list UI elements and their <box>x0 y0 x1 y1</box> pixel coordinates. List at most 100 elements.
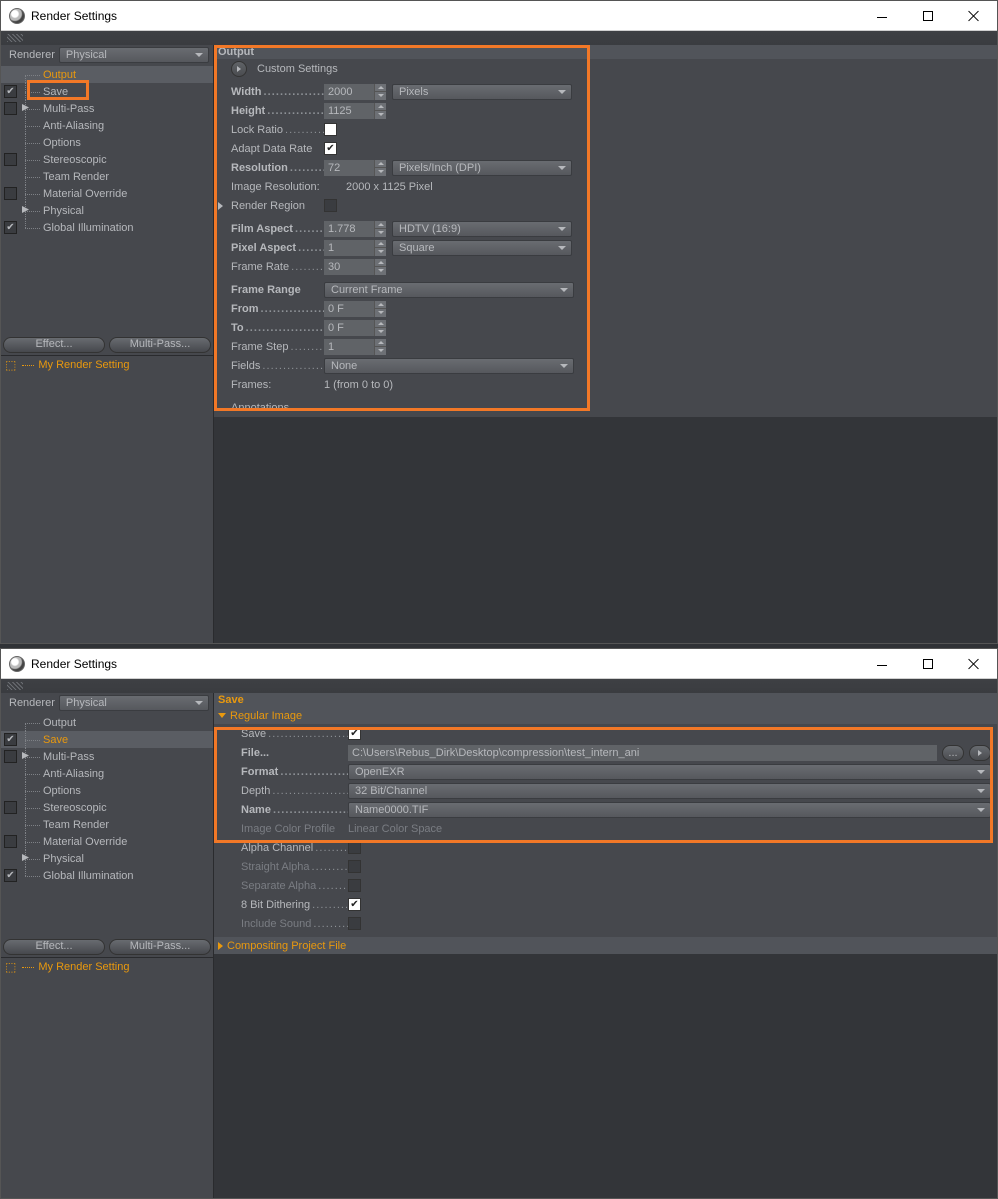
format-dropdown[interactable]: OpenEXR <box>348 764 991 780</box>
from-spinner[interactable] <box>374 301 386 317</box>
tree-checkbox-multipass[interactable] <box>4 102 17 115</box>
width-unit-dropdown[interactable]: Pixels <box>392 84 572 100</box>
tree-item-antialias[interactable]: Anti-Aliasing <box>1 765 213 782</box>
frame-range-dropdown[interactable]: Current Frame <box>324 282 574 298</box>
alpha-label: Alpha Channel <box>241 842 348 854</box>
tree-checkbox-save[interactable] <box>4 85 17 98</box>
dither-checkbox[interactable] <box>348 898 361 911</box>
effect-button[interactable]: Effect... <box>3 337 105 353</box>
resolution-spinner[interactable] <box>374 160 386 176</box>
tree-checkbox-stereo[interactable] <box>4 153 17 166</box>
tree-item-gi[interactable]: Global Illumination <box>1 867 213 884</box>
canvas-area <box>214 954 997 1198</box>
render-setting-name-row[interactable]: ⬚ My Render Setting <box>1 355 213 374</box>
separate-alpha-checkbox <box>348 879 361 892</box>
tree-item-gi[interactable]: Global Illumination <box>1 219 213 236</box>
tree-item-antialias[interactable]: Anti-Aliasing <box>1 117 213 134</box>
tree-item-save[interactable]: Save <box>1 83 213 100</box>
expander-multipass[interactable] <box>22 752 29 759</box>
depth-dropdown[interactable]: 32 Bit/Channel <box>348 783 991 799</box>
close-button[interactable] <box>951 649 997 679</box>
alpha-checkbox[interactable] <box>348 841 361 854</box>
tree-item-teamrender[interactable]: Team Render <box>1 816 213 833</box>
render-settings-window-output: Render Settings Renderer Physical Output… <box>0 0 998 644</box>
effect-button[interactable]: Effect... <box>3 939 105 955</box>
to-label: To <box>231 322 324 334</box>
tree-label-options: Options <box>43 137 81 149</box>
tree-item-matoverride[interactable]: Material Override <box>1 833 213 850</box>
tree-item-teamrender[interactable]: Team Render <box>1 168 213 185</box>
file-path-input[interactable] <box>348 745 937 761</box>
browse-button[interactable]: ... <box>942 745 964 761</box>
maximize-button[interactable] <box>905 649 951 679</box>
render-region-checkbox[interactable] <box>324 199 337 212</box>
multipass-button[interactable]: Multi-Pass... <box>109 939 211 955</box>
tree-checkbox-gi[interactable] <box>4 221 17 234</box>
tree-item-multipass[interactable]: Multi-Pass <box>1 748 213 765</box>
tree-checkbox-gi[interactable] <box>4 869 17 882</box>
render-region-expander[interactable] <box>218 202 223 210</box>
tree-checkbox-stereo[interactable] <box>4 801 17 814</box>
adapt-data-rate-checkbox[interactable] <box>324 142 337 155</box>
multipass-button[interactable]: Multi-Pass... <box>109 337 211 353</box>
tree-item-options[interactable]: Options <box>1 782 213 799</box>
file-options-button[interactable] <box>969 745 991 761</box>
to-spinner[interactable] <box>374 320 386 336</box>
separate-alpha-label: Separate Alpha <box>241 880 348 892</box>
expander-multipass[interactable] <box>22 104 29 111</box>
gripbar[interactable] <box>1 679 997 693</box>
tree-item-stereo[interactable]: Stereoscopic <box>1 151 213 168</box>
tree-item-multipass[interactable]: Multi-Pass <box>1 100 213 117</box>
tree-item-physical[interactable]: Physical <box>1 850 213 867</box>
close-button[interactable] <box>951 1 997 31</box>
tree-item-output[interactable]: Output <box>1 714 213 731</box>
compositing-section-header[interactable]: Compositing Project File <box>214 937 997 954</box>
name-format-dropdown[interactable]: Name0000.TIF <box>348 802 991 818</box>
renderer-dropdown[interactable]: Physical <box>59 695 209 711</box>
gripbar[interactable] <box>1 31 997 45</box>
renderer-dropdown[interactable]: Physical <box>59 47 209 63</box>
maximize-button[interactable] <box>905 1 951 31</box>
tree-item-options[interactable]: Options <box>1 134 213 151</box>
preset-button[interactable] <box>231 61 247 77</box>
pixel-aspect-preset-dropdown[interactable]: Square <box>392 240 572 256</box>
app-icon <box>9 8 25 24</box>
tree-item-stereo[interactable]: Stereoscopic <box>1 799 213 816</box>
fields-dropdown[interactable]: None <box>324 358 574 374</box>
tree-item-save[interactable]: Save <box>1 731 213 748</box>
tree-item-matoverride[interactable]: Material Override <box>1 185 213 202</box>
save-checkbox[interactable] <box>348 727 361 740</box>
expander-physical[interactable] <box>22 206 29 213</box>
height-spinner[interactable] <box>374 103 386 119</box>
minimize-button[interactable] <box>859 1 905 31</box>
tree-label-matoverride: Material Override <box>43 188 127 200</box>
minimize-button[interactable] <box>859 649 905 679</box>
titlebar[interactable]: Render Settings <box>1 1 997 31</box>
tree-label-output: Output <box>43 717 76 729</box>
lock-ratio-checkbox[interactable] <box>324 123 337 136</box>
tree-item-physical[interactable]: Physical <box>1 202 213 219</box>
tree-checkbox-matoverride[interactable] <box>4 187 17 200</box>
format-label: Format <box>241 766 348 778</box>
tree-checkbox-matoverride[interactable] <box>4 835 17 848</box>
film-aspect-spinner[interactable] <box>374 221 386 237</box>
resolution-unit-dropdown[interactable]: Pixels/Inch (DPI) <box>392 160 572 176</box>
render-setting-name-row[interactable]: ⬚ My Render Setting <box>1 957 213 976</box>
tree-checkbox-multipass[interactable] <box>4 750 17 763</box>
frame-step-spinner[interactable] <box>374 339 386 355</box>
titlebar[interactable]: Render Settings <box>1 649 997 679</box>
width-spinner[interactable] <box>374 84 386 100</box>
film-aspect-preset-dropdown[interactable]: HDTV (16:9) <box>392 221 572 237</box>
sidebar: Renderer Physical OutputSaveMulti-PassAn… <box>1 693 214 1198</box>
tree-label-stereo: Stereoscopic <box>43 154 107 166</box>
expander-physical[interactable] <box>22 854 29 861</box>
frame-rate-label: Frame Rate <box>231 261 324 273</box>
regular-image-section-header[interactable]: Regular Image <box>214 707 997 724</box>
pixel-aspect-spinner[interactable] <box>374 240 386 256</box>
tree-label-multipass: Multi-Pass <box>43 103 94 115</box>
tree-item-output[interactable]: Output <box>1 66 213 83</box>
settings-tree: Output SaveMulti-PassAnti-AliasingOptions… <box>1 714 213 937</box>
tree-checkbox-save[interactable] <box>4 733 17 746</box>
frame-rate-spinner[interactable] <box>374 259 386 275</box>
name-label: Name <box>241 804 348 816</box>
